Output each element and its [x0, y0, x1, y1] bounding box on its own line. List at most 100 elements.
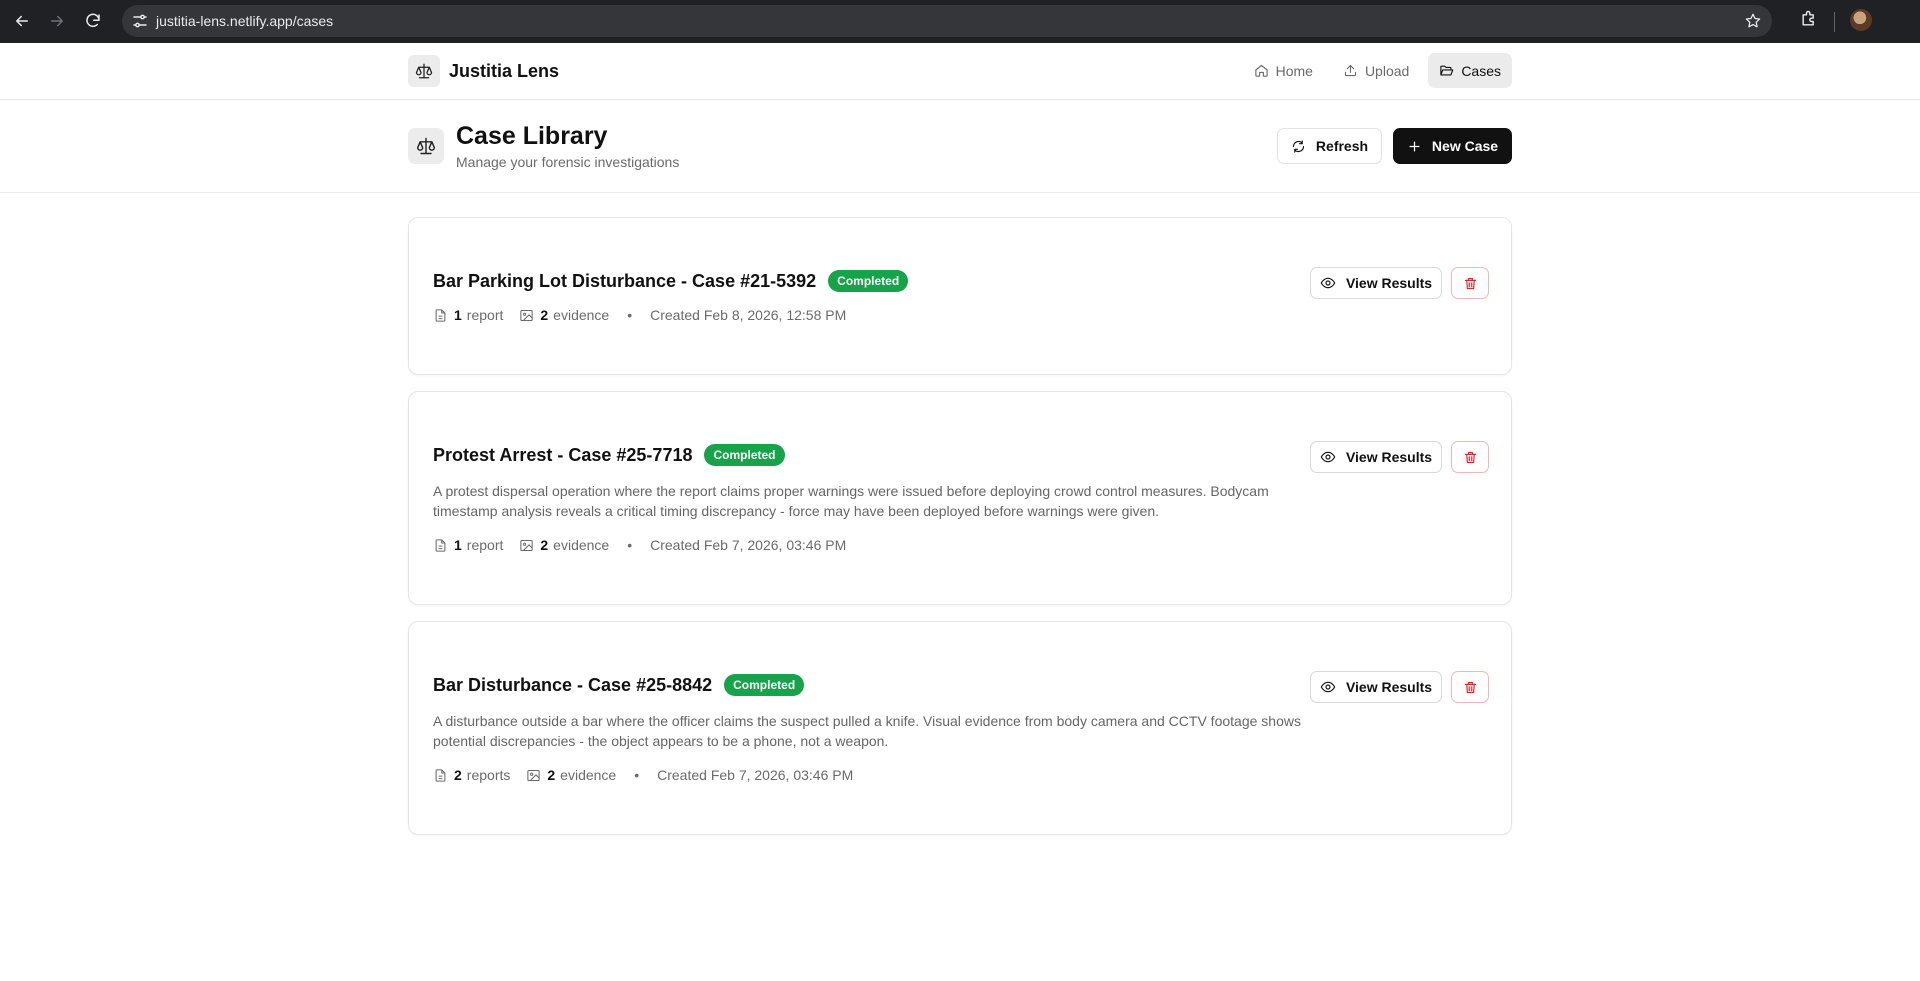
- eye-icon: [1320, 451, 1336, 463]
- view-results-button[interactable]: View Results: [1310, 441, 1442, 473]
- back-button[interactable]: [10, 9, 34, 33]
- evidence-count: 2 evidence: [519, 307, 609, 323]
- case-card[interactable]: Bar Disturbance - Case #25-8842 Complete…: [408, 621, 1512, 835]
- puzzle-icon[interactable]: [1799, 9, 1819, 29]
- trash-icon: [1464, 681, 1476, 693]
- case-meta: 1 report 2 evidence • Created Feb 8, 202…: [433, 307, 846, 323]
- file-text-icon: [435, 768, 446, 782]
- browser-toolbar: justitia-lens.netlify.app/cases: [0, 0, 1920, 43]
- site-info-icon[interactable]: [132, 13, 148, 29]
- case-title[interactable]: Bar Disturbance - Case #25-8842: [433, 675, 712, 696]
- report-count: 1 report: [433, 537, 503, 553]
- file-text-icon: [435, 308, 446, 322]
- report-count-value: 1: [454, 537, 462, 553]
- case-title-row: Bar Disturbance - Case #25-8842 Complete…: [433, 674, 805, 696]
- address-bar[interactable]: justitia-lens.netlify.app/cases: [122, 5, 1772, 37]
- delete-case-button[interactable]: [1451, 441, 1489, 473]
- nav-home-label: Home: [1275, 62, 1313, 79]
- report-count-label: report: [466, 537, 504, 553]
- refresh-button[interactable]: Refresh: [1277, 128, 1382, 164]
- nav-upload[interactable]: Upload: [1332, 53, 1420, 88]
- view-results-label: View Results: [1345, 275, 1433, 291]
- refresh-label: Refresh: [1315, 138, 1369, 154]
- page-icon: [408, 128, 444, 164]
- reload-icon: [86, 13, 100, 28]
- page-header: Case Library Manage your forensic invest…: [0, 100, 1920, 193]
- brand-name: Justitia Lens: [449, 60, 560, 81]
- brand[interactable]: Justitia Lens: [408, 55, 559, 87]
- status-badge: Completed: [704, 444, 785, 466]
- created-date: Created Feb 8, 2026, 12:58 PM: [650, 307, 847, 323]
- evidence-count-value: 2: [540, 537, 549, 553]
- forward-button[interactable]: [45, 9, 69, 33]
- evidence-count-value: 2: [547, 767, 556, 783]
- evidence-count-label: evidence: [560, 767, 617, 783]
- case-card[interactable]: Protest Arrest - Case #25-7718 Completed…: [408, 391, 1512, 605]
- case-title-row: Protest Arrest - Case #25-7718 Completed: [433, 444, 785, 466]
- evidence-count-value: 2: [540, 307, 549, 323]
- trash-icon: [1464, 451, 1476, 463]
- nav-cases-label: Cases: [1461, 62, 1501, 79]
- scale-icon: [416, 137, 436, 155]
- upload-icon: [1344, 64, 1356, 77]
- trash-icon: [1464, 277, 1476, 289]
- view-results-button[interactable]: View Results: [1310, 267, 1442, 299]
- home-icon: [1254, 64, 1268, 77]
- folder-open-icon: [1440, 65, 1454, 76]
- image-icon: [520, 539, 534, 551]
- case-title-row: Bar Parking Lot Disturbance - Case #21-5…: [433, 270, 909, 292]
- status-badge: Completed: [828, 270, 909, 292]
- url-text: justitia-lens.netlify.app/cases: [156, 13, 334, 29]
- evidence-count-label: evidence: [553, 307, 610, 323]
- separator-dot: •: [634, 767, 640, 783]
- view-results-label: View Results: [1345, 679, 1433, 695]
- page-title: Case Library: [456, 122, 608, 150]
- case-meta: 1 report 2 evidence • Created Feb 7, 202…: [433, 537, 846, 553]
- eye-icon: [1320, 681, 1336, 693]
- arrow-right-icon: [51, 15, 63, 27]
- eye-icon: [1320, 277, 1336, 289]
- app-header: Justitia Lens Home Upload Cases: [0, 43, 1920, 100]
- created-date: Created Feb 7, 2026, 03:46 PM: [657, 767, 854, 783]
- star-icon[interactable]: [1744, 12, 1762, 30]
- logo: [408, 55, 440, 87]
- case-description: A disturbance outside a bar where the of…: [433, 713, 1301, 749]
- report-count-label: report: [466, 307, 504, 323]
- case-title[interactable]: Bar Parking Lot Disturbance - Case #21-5…: [433, 271, 816, 292]
- view-results-label: View Results: [1345, 449, 1433, 465]
- nav-home[interactable]: Home: [1243, 53, 1324, 88]
- status-badge: Completed: [724, 674, 805, 696]
- report-count: 2 reports: [433, 767, 510, 783]
- case-title[interactable]: Protest Arrest - Case #25-7718: [433, 445, 692, 466]
- report-count-value: 1: [454, 307, 462, 323]
- delete-case-button[interactable]: [1451, 267, 1489, 299]
- report-count-label: reports: [466, 767, 511, 783]
- separator-dot: •: [627, 307, 633, 323]
- report-count-value: 2: [454, 767, 462, 783]
- profile-avatar[interactable]: [1850, 9, 1872, 31]
- refresh-icon: [1292, 139, 1304, 153]
- created-date: Created Feb 7, 2026, 03:46 PM: [650, 537, 847, 553]
- image-icon: [520, 309, 534, 321]
- file-text-icon: [435, 538, 446, 552]
- view-results-button[interactable]: View Results: [1310, 671, 1442, 703]
- scale-icon: [415, 63, 433, 79]
- case-meta: 2 reports 2 evidence • Created Feb 7, 20…: [433, 767, 853, 783]
- arrow-left-icon: [16, 15, 28, 27]
- image-icon: [527, 769, 541, 781]
- evidence-count-label: evidence: [553, 537, 610, 553]
- toolbar-divider: [1834, 12, 1835, 32]
- case-description: A protest dispersal operation where the …: [433, 483, 1269, 519]
- report-count: 1 report: [433, 307, 503, 323]
- page-subtitle: Manage your forensic investigations: [456, 154, 680, 170]
- case-card[interactable]: Bar Parking Lot Disturbance - Case #21-5…: [408, 217, 1512, 375]
- main-nav: Home Upload Cases: [1243, 53, 1512, 88]
- evidence-count: 2 evidence: [519, 537, 609, 553]
- evidence-count: 2 evidence: [526, 767, 616, 783]
- new-case-button[interactable]: New Case: [1393, 128, 1512, 164]
- nav-upload-label: Upload: [1364, 62, 1410, 79]
- nav-cases[interactable]: Cases: [1428, 53, 1512, 88]
- reload-button[interactable]: [81, 9, 105, 33]
- plus-icon: [1409, 141, 1420, 151]
- delete-case-button[interactable]: [1451, 671, 1489, 703]
